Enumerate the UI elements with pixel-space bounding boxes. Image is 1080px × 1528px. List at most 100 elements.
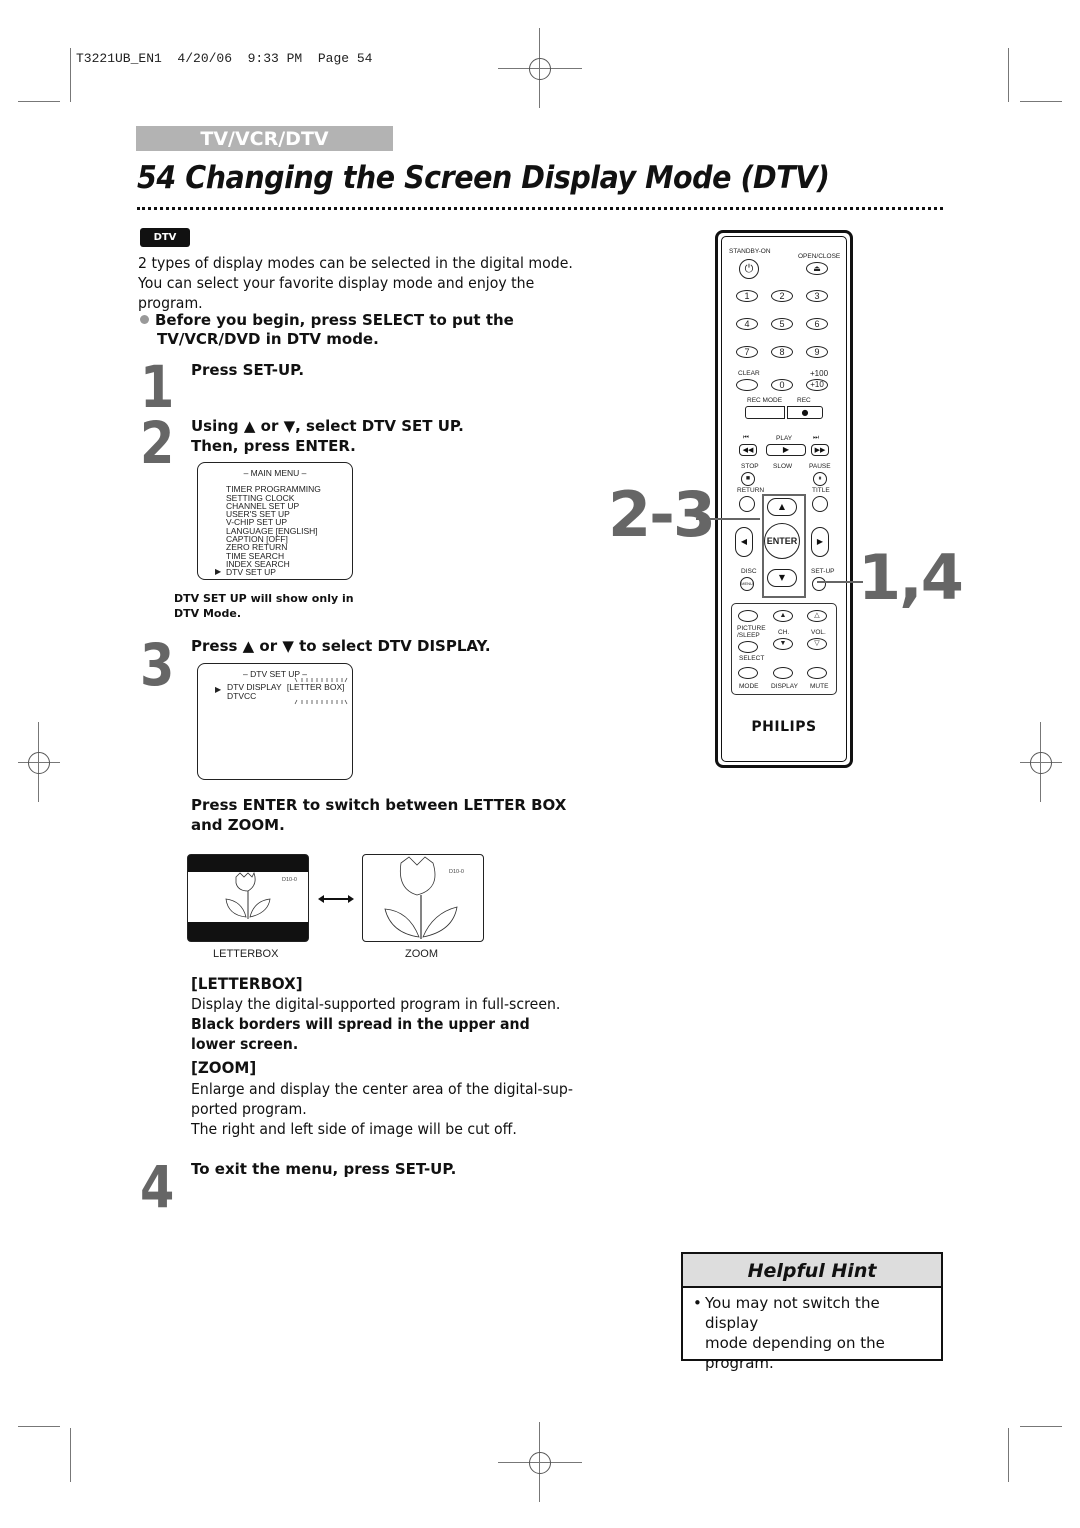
setup-button[interactable] <box>812 577 826 591</box>
selection-pointer-icon: ▶ <box>215 567 222 576</box>
hint-line: program. <box>705 1354 774 1372</box>
step-text: Press ▲ or ▼ to select DTV DISPLAY. <box>191 637 491 655</box>
note-line: DTV SET UP will show only in <box>174 592 354 605</box>
zoom-line: ported program. <box>191 1100 307 1118</box>
section-tab: TV/VCR/DTV <box>136 126 393 151</box>
letterbox-caption: LETTERBOX <box>213 948 279 960</box>
disc-label: DISC <box>741 568 757 575</box>
dtv-badge: DTV <box>140 228 190 247</box>
step-text-line: Using ▲ or ▼, select DTV SET UP. <box>191 417 464 435</box>
pause-button[interactable]: ⏸ <box>813 472 827 486</box>
step-text: Using ▲ or ▼, select DTV SET UP. Then, p… <box>191 416 464 456</box>
open-close-button[interactable]: ⏏ <box>806 262 828 275</box>
warning-line: Black borders will spread in the upper a… <box>191 1015 530 1033</box>
slow-label: SLOW <box>773 463 793 470</box>
rec-button[interactable]: ● <box>787 406 823 419</box>
dtv-setup-screen: – DTV SET UP – DTV DISPLAY [LETTER BOX] … <box>197 663 353 780</box>
digit-button-2[interactable]: 2 <box>771 290 793 302</box>
menu-item: DTV SET UP <box>226 567 276 578</box>
digit-button-6[interactable]: 6 <box>806 318 828 330</box>
crop-mark <box>18 1426 60 1427</box>
intro-line: You can select your favorite display mod… <box>138 274 535 292</box>
callout-steps-2-3: 2-3 <box>608 478 716 551</box>
zoom-description: Enlarge and display the center area of t… <box>191 1079 573 1139</box>
letterbox-description: Display the digital-supported program in… <box>191 995 561 1013</box>
standby-button[interactable]: ⏻ <box>739 259 759 279</box>
stop-button[interactable]: ■ <box>741 472 755 486</box>
channel-down-button[interactable]: ▼ <box>773 638 793 650</box>
bullet-dot-icon <box>140 315 149 324</box>
crop-mark <box>70 48 71 102</box>
tulip-icon <box>225 871 271 919</box>
note-line: Before you begin, press SELECT to put th… <box>155 311 514 329</box>
clear-button[interactable] <box>736 379 758 391</box>
volume-up-button[interactable]: △ <box>807 610 827 622</box>
letterbox-illustration: D10-0 <box>187 854 309 942</box>
picture-sleep-button[interactable] <box>738 610 758 622</box>
digit-button-8[interactable]: 8 <box>771 346 793 358</box>
remote-control: STANDBY-ON ⏻ OPEN/CLOSE ⏏ 1 2 3 4 5 6 7 8 9 0 CLE… <box>715 230 853 768</box>
step-text: Press SET-UP. <box>191 361 305 379</box>
zoom-line: Enlarge and display the center area of t… <box>191 1080 573 1098</box>
registration-mark-top <box>498 28 582 108</box>
warning-line: lower screen. <box>191 1035 299 1053</box>
hint-line: You may not switch the display <box>705 1294 880 1332</box>
channel-up-button[interactable]: ▲ <box>773 610 793 622</box>
hint-line: mode depending on the <box>705 1334 885 1352</box>
left-arrow-button[interactable]: ◀ <box>735 527 753 557</box>
step-text: To exit the menu, press SET-UP. <box>191 1160 457 1178</box>
mode-button[interactable] <box>738 667 758 679</box>
callout-line <box>696 518 760 520</box>
rec-mode-label: REC MODE <box>747 397 783 404</box>
play-button[interactable]: ▶ <box>766 444 806 456</box>
channel-label: D10-0 <box>449 869 464 875</box>
title-label: TITLE <box>812 487 830 494</box>
select-button[interactable] <box>738 641 758 653</box>
open-close-label: OPEN/CLOSE <box>798 253 841 260</box>
up-arrow-button[interactable]: ▲ <box>767 498 797 516</box>
skip-forward-icon: ⏭ <box>813 434 819 441</box>
brand-logo: PHILIPS <box>751 719 817 735</box>
rec-mode-button[interactable] <box>745 406 785 419</box>
switch-arrow-icon <box>318 895 354 903</box>
display-label: DISPLAY <box>771 683 798 690</box>
display-button[interactable] <box>773 667 793 679</box>
registration-mark-right <box>1020 722 1062 802</box>
callout-line <box>817 581 863 583</box>
digit-button-9[interactable]: 9 <box>806 346 828 358</box>
menu-items: TIMER PROGRAMMING SETTING CLOCK CHANNEL SE… <box>198 485 352 578</box>
switch-instruction: Press ENTER to switch between LETTER BOX… <box>191 795 566 835</box>
rewind-button[interactable]: ◀◀ <box>739 444 757 456</box>
clear-label: CLEAR <box>738 370 760 377</box>
menu-title: – MAIN MENU – <box>243 468 307 478</box>
skip-back-icon: ⏮ <box>743 434 749 441</box>
volume-down-button[interactable]: ▽ <box>807 638 827 650</box>
channel-label: D10-0 <box>282 877 297 883</box>
picture-sleep-label: PICTURE/SLEEP <box>737 625 766 639</box>
enter-button[interactable]: ENTER <box>764 523 800 559</box>
step-number: 1 <box>140 353 175 421</box>
menu-note: DTV SET UP will show only in DTV Mode. <box>174 591 354 621</box>
pause-label: PAUSE <box>809 463 831 470</box>
disc-menu-button[interactable]: MENU <box>740 577 754 591</box>
digit-button-4[interactable]: 4 <box>736 318 758 330</box>
main-menu-screen: – MAIN MENU – TIMER PROGRAMMING SETTING C… <box>197 462 353 580</box>
down-arrow-button[interactable]: ▼ <box>767 569 797 587</box>
callout-steps-1-4: 1,4 <box>858 541 964 614</box>
fast-forward-button[interactable]: ▶▶ <box>811 444 829 456</box>
hint-body: • You may not switch the display mode de… <box>683 1288 941 1373</box>
return-button[interactable] <box>739 496 755 512</box>
right-arrow-button[interactable]: ▶ <box>811 527 829 557</box>
tulip-icon <box>384 856 458 939</box>
digit-button-3[interactable]: 3 <box>806 290 828 302</box>
crop-mark <box>70 1428 71 1482</box>
step-number: 3 <box>140 631 175 699</box>
digit-button-0[interactable]: 0 <box>771 379 793 391</box>
digit-button-1[interactable]: 1 <box>736 290 758 302</box>
digit-button-5[interactable]: 5 <box>771 318 793 330</box>
title-button[interactable] <box>812 496 828 512</box>
plus10-button[interactable]: +10 <box>806 379 828 391</box>
intro-line: 2 types of display modes can be selected… <box>138 254 573 272</box>
mute-button[interactable] <box>807 667 827 679</box>
digit-button-7[interactable]: 7 <box>736 346 758 358</box>
